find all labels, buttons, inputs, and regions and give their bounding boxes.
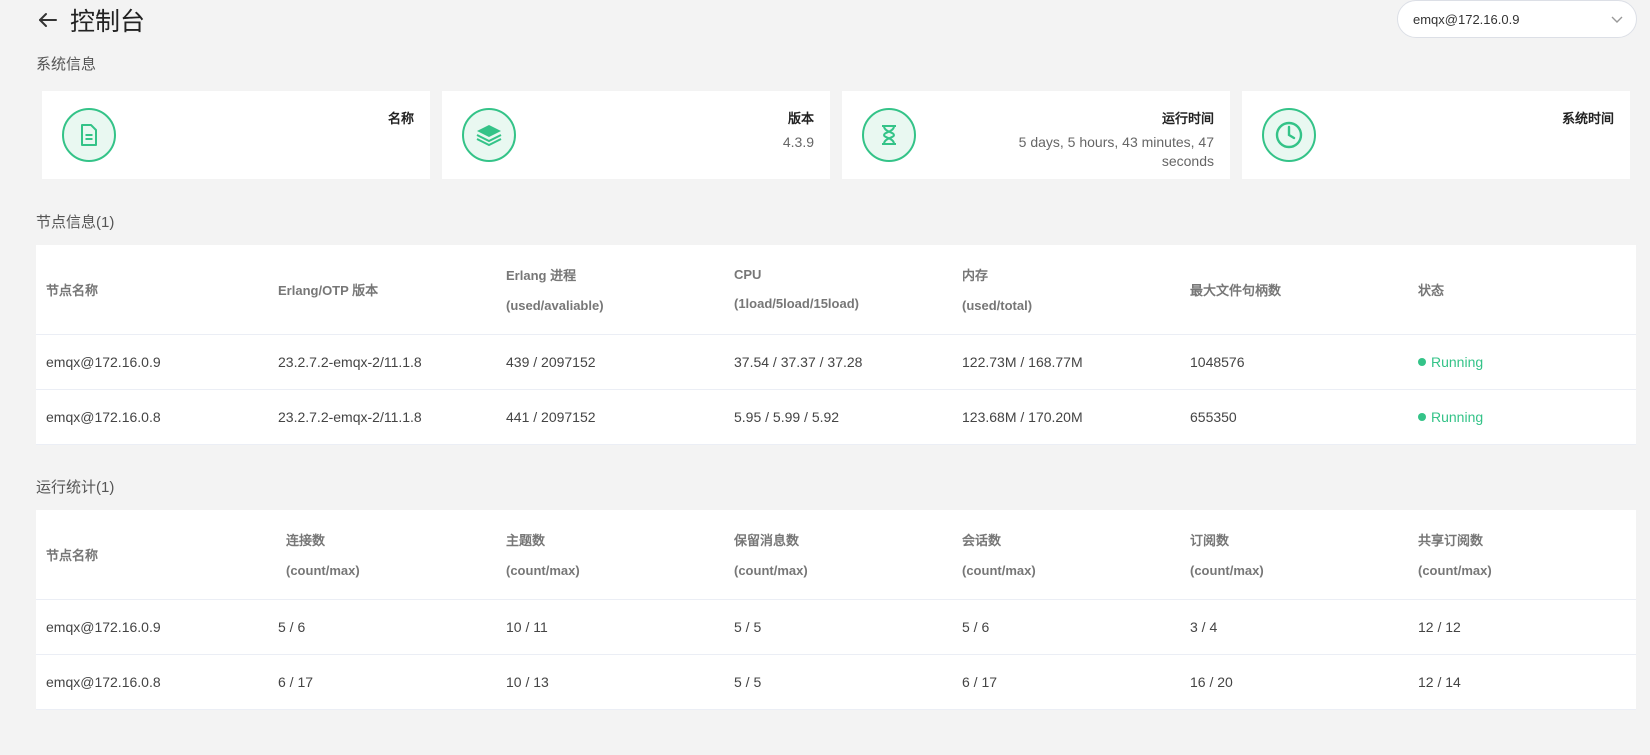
cell-shared-subscriptions: 12 / 14 — [1408, 654, 1636, 710]
header-memory[interactable]: 内存 (used/total) — [952, 245, 1180, 335]
header-node-name[interactable]: 节点名称 — [36, 245, 268, 335]
cell-subscriptions: 3 / 4 — [1180, 599, 1408, 655]
back-arrow-icon[interactable] — [36, 8, 60, 32]
status-badge: Running — [1418, 354, 1483, 370]
nodes-table: 节点名称 Erlang/OTP 版本 Erlang 进程 (used/avalia… — [36, 245, 1636, 445]
cell-status: Running — [1408, 334, 1636, 390]
node-select-value: emqx@172.16.0.9 — [1413, 11, 1520, 27]
header-erlang-process[interactable]: Erlang 进程 (used/avaliable) — [496, 245, 724, 335]
table-header-row: 节点名称 Erlang/OTP 版本 Erlang 进程 (used/avalia… — [36, 245, 1636, 335]
cell-status: Running — [1408, 389, 1636, 445]
card-name: 名称 — [42, 91, 430, 179]
cell-connections: 5 / 6 — [268, 599, 496, 655]
stats-title: 运行统计(1) — [36, 479, 115, 496]
nodes-title: 节点信息(1) — [36, 214, 115, 231]
cell-erlang-process: 441 / 2097152 — [496, 389, 724, 445]
card-label: 系统时间 — [1561, 111, 1614, 126]
header-topics[interactable]: 主题数 (count/max) — [496, 510, 724, 600]
card-uptime: 运行时间 5 days, 5 hours, 43 minutes, 47 sec… — [842, 91, 1230, 179]
cell-cpu: 37.54 / 37.37 / 37.28 — [724, 334, 952, 390]
cell-erlang-otp: 23.2.7.2-emqx-2/11.1.8 — [268, 334, 496, 390]
cell-max-fds: 655350 — [1180, 389, 1408, 445]
cell-topics: 10 / 11 — [496, 599, 724, 655]
hourglass-icon — [862, 108, 916, 162]
card-value: 4.3.9 — [782, 134, 814, 150]
layers-icon — [462, 108, 516, 162]
cell-erlang-otp: 23.2.7.2-emqx-2/11.1.8 — [268, 389, 496, 445]
page-header: 控制台 — [36, 0, 145, 40]
header-erlang-otp[interactable]: Erlang/OTP 版本 — [268, 245, 496, 335]
header-max-fds[interactable]: 最大文件句柄数 — [1180, 245, 1408, 335]
status-badge: Running — [1418, 409, 1483, 425]
cell-node-name: emqx@172.16.0.9 — [36, 334, 268, 390]
header-sessions[interactable]: 会话数 (count/max) — [952, 510, 1180, 600]
table-row: emqx@172.16.0.9 5 / 6 10 / 11 5 / 5 5 / … — [36, 599, 1636, 655]
cell-connections: 6 / 17 — [268, 654, 496, 710]
card-system-time: 系统时间 — [1242, 91, 1630, 179]
cell-topics: 10 / 13 — [496, 654, 724, 710]
cell-node-name: emqx@172.16.0.9 — [36, 599, 268, 655]
header-subscriptions[interactable]: 订阅数 (count/max) — [1180, 510, 1408, 600]
stats-table: 节点名称 连接数 (count/max) 主题数 (count/max) 保留消息数… — [36, 510, 1636, 710]
card-version: 版本 4.3.9 — [442, 91, 830, 179]
cell-retained: 5 / 5 — [724, 599, 952, 655]
table-header-row: 节点名称 连接数 (count/max) 主题数 (count/max) 保留消息数… — [36, 510, 1636, 600]
page-title: 控制台 — [70, 8, 146, 36]
node-select[interactable]: emqx@172.16.0.9 — [1397, 0, 1637, 38]
system-info-title: 系统信息 — [36, 56, 97, 73]
header-cpu[interactable]: CPU (1load/5load/15load) — [724, 245, 952, 335]
table-row: emqx@172.16.0.8 23.2.7.2-emqx-2/11.1.8 4… — [36, 389, 1636, 445]
card-label: 名称 — [387, 111, 414, 126]
header-connections[interactable]: 连接数 (count/max) — [268, 510, 496, 600]
status-dot-icon — [1418, 413, 1426, 421]
cell-subscriptions: 16 / 20 — [1180, 654, 1408, 710]
cell-node-name: emqx@172.16.0.8 — [36, 389, 268, 445]
card-label: 运行时间 — [1161, 111, 1214, 126]
header-shared-subscriptions[interactable]: 共享订阅数 (count/max) — [1408, 510, 1636, 600]
document-icon — [62, 108, 116, 162]
header-node-name[interactable]: 节点名称 — [36, 510, 268, 600]
header-retained[interactable]: 保留消息数 (count/max) — [724, 510, 952, 600]
system-info-cards: 名称 版本 4.3.9 运行时间 5 days, 5 hours, 43 min… — [42, 91, 1630, 179]
clock-icon — [1262, 108, 1316, 162]
cell-erlang-process: 439 / 2097152 — [496, 334, 724, 390]
cell-retained: 5 / 5 — [724, 654, 952, 710]
cell-shared-subscriptions: 12 / 12 — [1408, 599, 1636, 655]
cell-node-name: emqx@172.16.0.8 — [36, 654, 268, 710]
card-label: 版本 — [787, 111, 814, 126]
table-row: emqx@172.16.0.9 23.2.7.2-emqx-2/11.1.8 4… — [36, 334, 1636, 390]
cell-sessions: 6 / 17 — [952, 654, 1180, 710]
cell-memory: 123.68M / 170.20M — [952, 389, 1180, 445]
header-status[interactable]: 状态 — [1408, 245, 1636, 335]
chevron-down-icon — [1610, 12, 1624, 26]
cell-sessions: 5 / 6 — [952, 599, 1180, 655]
cell-max-fds: 1048576 — [1180, 334, 1408, 390]
cell-memory: 122.73M / 168.77M — [952, 334, 1180, 390]
cell-cpu: 5.95 / 5.99 / 5.92 — [724, 389, 952, 445]
table-row: emqx@172.16.0.8 6 / 17 10 / 13 5 / 5 6 /… — [36, 654, 1636, 710]
card-value: 5 days, 5 hours, 43 minutes, 47 seconds — [1018, 134, 1214, 169]
status-dot-icon — [1418, 358, 1426, 366]
